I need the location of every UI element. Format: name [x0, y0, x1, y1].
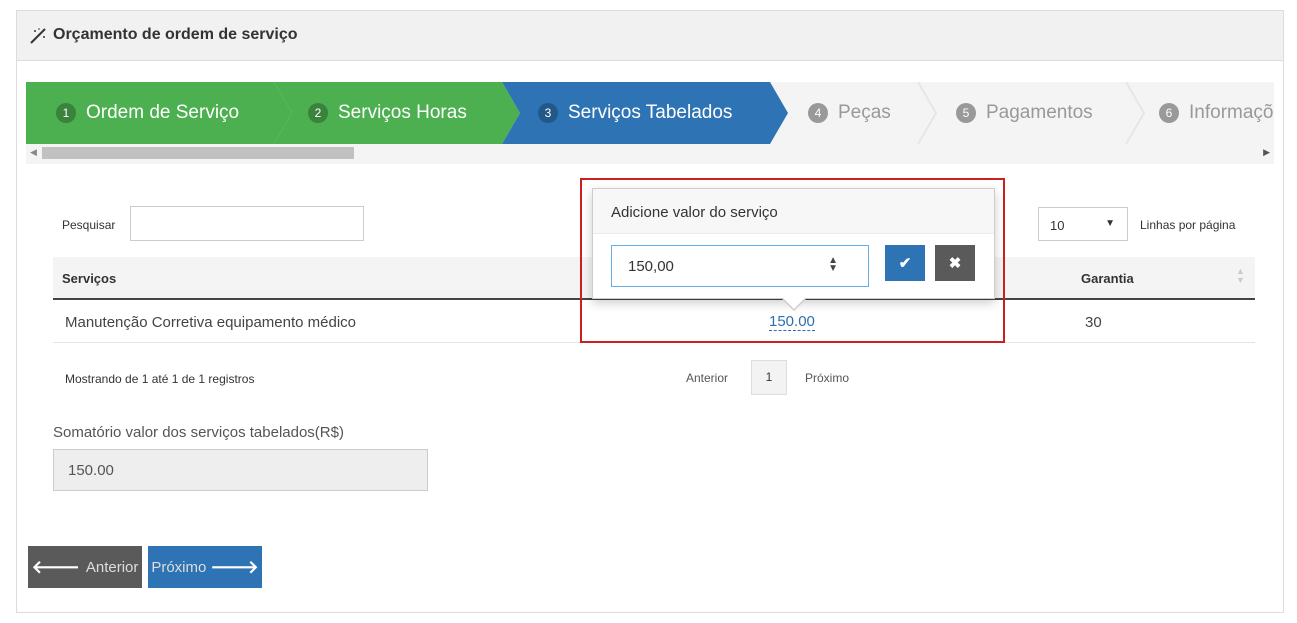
next-button-label: Próximo: [151, 558, 207, 576]
step-label: Serviços Horas: [338, 102, 467, 123]
step-number: 1: [56, 103, 76, 123]
tab-informacoes[interactable]: 6 Informaçõ: [1159, 82, 1273, 144]
pagination-next[interactable]: Próximo: [805, 371, 849, 385]
table-info: Mostrando de 1 até 1 de 1 registros: [65, 372, 255, 386]
confirm-button[interactable]: ✔: [885, 245, 925, 281]
page-size-select[interactable]: 10 ▼: [1038, 207, 1128, 241]
step-number: 6: [1159, 103, 1179, 123]
previous-button[interactable]: 🡐 Anterior: [28, 546, 142, 588]
sort-icon[interactable]: ▲ ▼: [1236, 267, 1245, 285]
caret-down-icon: ▼: [1105, 218, 1115, 229]
tab-servicos-tabelados[interactable]: 3 Serviços Tabelados: [538, 82, 732, 144]
wizard-scrollbar[interactable]: ◀ ▶: [26, 144, 1274, 162]
scroll-left-icon[interactable]: ◀: [30, 147, 37, 158]
step-number: 4: [808, 103, 828, 123]
step-label: Peças: [838, 102, 891, 123]
rows-per-page-label: Linhas por página: [1140, 218, 1236, 232]
search-label: Pesquisar: [62, 218, 116, 232]
page-title: Orçamento de ordem de serviço: [53, 26, 298, 43]
step-number: 5: [956, 103, 976, 123]
check-icon: ✔: [898, 255, 912, 272]
step-5-divider: [1125, 82, 1146, 144]
search-input[interactable]: [130, 206, 364, 241]
panel-header: Orçamento de ordem de serviço: [17, 11, 1283, 61]
step-number: 3: [538, 103, 558, 123]
tab-pagamentos[interactable]: 5 Pagamentos: [956, 82, 1093, 144]
step-label: Pagamentos: [986, 102, 1093, 123]
service-value: 150,00: [628, 258, 674, 275]
tab-servicos-horas[interactable]: 2 Serviços Horas: [308, 82, 467, 144]
step-label: Serviços Tabelados: [568, 102, 733, 123]
cell-garantia: 30: [1085, 314, 1102, 331]
cell-servico: Manutenção Corretiva equipamento médico: [65, 314, 356, 331]
next-button[interactable]: Próximo 🡒: [148, 546, 262, 588]
spinner-icon[interactable]: ▲ ▼: [828, 256, 838, 274]
column-header-servicos[interactable]: Serviços: [62, 271, 116, 286]
page-size-value: 10: [1050, 218, 1065, 233]
step-label: Informaçõ: [1189, 102, 1274, 123]
scrollbar-thumb[interactable]: [42, 147, 354, 159]
close-icon: ✖: [948, 255, 962, 272]
magic-wand-icon: [30, 28, 46, 44]
column-header-garantia[interactable]: Garantia: [1081, 271, 1134, 286]
service-value-input[interactable]: 150,00 ▲ ▼: [611, 245, 869, 287]
summary-label: Somatório valor dos serviços tabelados(R…: [53, 424, 344, 441]
summary-field: 150.00: [53, 449, 428, 491]
pagination-page[interactable]: 1: [751, 360, 787, 395]
wizard-steps: 1 Ordem de Serviço 2 Serviços Horas 3 Se…: [26, 82, 1274, 164]
step-number: 2: [308, 103, 328, 123]
popover-title: Adicione valor do serviço: [593, 189, 994, 234]
cancel-button[interactable]: ✖: [935, 245, 975, 281]
scroll-right-icon[interactable]: ▶: [1263, 147, 1270, 158]
tab-ordem-de-servico[interactable]: 1 Ordem de Serviço: [56, 82, 239, 144]
pagination-previous[interactable]: Anterior: [686, 371, 728, 385]
edit-value-popover: Adicione valor do serviço 150,00 ▲ ▼ ✔ ✖: [592, 188, 995, 311]
tab-pecas[interactable]: 4 Peças: [808, 82, 891, 144]
arrow-right-icon: 🡒: [210, 556, 259, 577]
step-label: Ordem de Serviço: [86, 102, 240, 123]
popover-arrow: [783, 298, 805, 309]
arrow-left-icon: 🡐: [31, 556, 80, 577]
previous-button-label: Anterior: [85, 558, 139, 576]
step-4-divider: [917, 82, 938, 144]
